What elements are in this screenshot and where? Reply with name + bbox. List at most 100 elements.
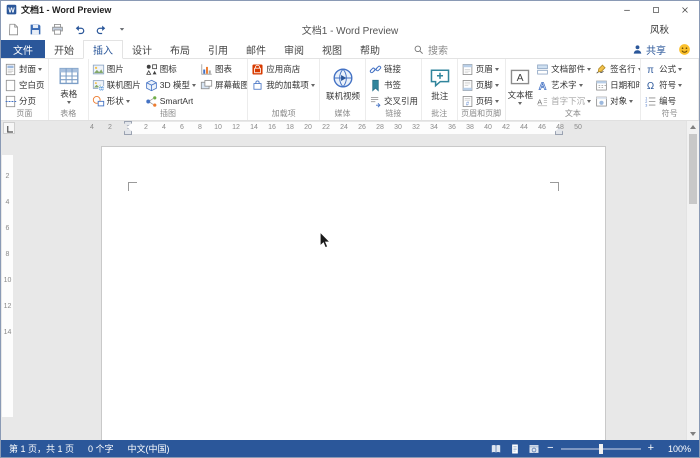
- print-layout-button[interactable]: [509, 443, 521, 455]
- scroll-up-button[interactable]: [687, 121, 699, 133]
- link-button[interactable]: 链接: [368, 61, 419, 77]
- close-button[interactable]: [670, 1, 699, 18]
- my-addins-button[interactable]: 我的加载项: [250, 77, 316, 93]
- new-document-button[interactable]: [7, 23, 20, 36]
- horizontal-ruler[interactable]: 4 2 2 4 6 8 10 12 14 16 18 20 22 24 26 28 30 32 34 36 38 40…: [1, 121, 699, 135]
- vertical-scrollbar[interactable]: [686, 121, 699, 440]
- icons-button[interactable]: 图标: [144, 61, 197, 77]
- ruler-number: 28: [376, 124, 384, 131]
- ruler-number: 38: [466, 124, 474, 131]
- wordart-icon: A: [536, 79, 549, 92]
- smartart-button[interactable]: SmartArt: [144, 93, 197, 109]
- window-title: 文档1 - Word Preview: [21, 5, 112, 15]
- redo-button[interactable]: [95, 23, 108, 36]
- dropdown-arrow-icon: [629, 99, 634, 103]
- tab-layout[interactable]: 布局: [161, 40, 199, 58]
- date-time-button[interactable]: 日期和时间: [594, 77, 640, 93]
- blank-page-button[interactable]: 空白页: [3, 77, 46, 93]
- dropdown-arrow-icon: [587, 99, 592, 103]
- tab-insert[interactable]: 插入: [83, 40, 123, 59]
- tab-home[interactable]: 开始: [45, 40, 83, 58]
- zoom-slider[interactable]: [560, 443, 641, 454]
- tab-selector[interactable]: [3, 122, 15, 134]
- 3d-models-button[interactable]: 3D 模型: [144, 77, 197, 93]
- header-button[interactable]: 页眉: [460, 61, 500, 77]
- tab-mailings[interactable]: 邮件: [237, 40, 275, 58]
- svg-text:#: #: [466, 101, 469, 107]
- document-area: 2 4 6 8 10 12 14: [1, 135, 699, 440]
- dropdown-arrow-icon: [518, 101, 523, 105]
- vertical-ruler[interactable]: 2 4 6 8 10 12 14: [1, 135, 14, 440]
- object-button[interactable]: 对象: [594, 93, 640, 109]
- web-layout-button[interactable]: [528, 443, 540, 455]
- store-icon: [251, 63, 264, 76]
- screenshot-button[interactable]: 屏幕截图: [199, 77, 247, 93]
- chart-button[interactable]: 图表: [199, 61, 247, 77]
- svg-text:A: A: [539, 80, 547, 91]
- quick-parts-button[interactable]: 文档部件: [535, 61, 592, 77]
- dropdown-arrow-icon: [310, 83, 315, 87]
- dropdown-arrow-icon: [678, 83, 683, 87]
- text-box-button[interactable]: A 文本框: [508, 66, 533, 105]
- footer-button[interactable]: 页脚: [460, 77, 500, 93]
- symbol-button[interactable]: Ω 符号: [643, 77, 683, 93]
- zoom-percentage[interactable]: 100%: [661, 444, 691, 454]
- group-label-header-footer: 页眉和页脚: [461, 109, 502, 118]
- page-break-button[interactable]: 分页: [3, 93, 46, 109]
- tab-references[interactable]: 引用: [199, 40, 237, 58]
- smartart-icon: [145, 95, 158, 108]
- scroll-down-button[interactable]: [687, 428, 699, 440]
- equation-button[interactable]: π 公式: [643, 61, 683, 77]
- zoom-out-button[interactable]: −: [547, 443, 553, 454]
- maximize-button[interactable]: [641, 1, 670, 18]
- wordart-button[interactable]: A 艺术字: [535, 77, 592, 93]
- comment-button[interactable]: 批注: [429, 67, 451, 102]
- document-page[interactable]: [101, 146, 606, 440]
- save-button[interactable]: [29, 23, 42, 36]
- print-button[interactable]: [51, 23, 64, 36]
- zoom-slider-thumb[interactable]: [598, 443, 603, 454]
- tab-view[interactable]: 视图: [313, 40, 351, 58]
- page-indicator[interactable]: 第 1 页，共 1 页: [9, 442, 74, 455]
- scrollbar-thumb[interactable]: [689, 134, 697, 204]
- zoom-in-button[interactable]: +: [648, 443, 654, 454]
- ruler-number: 10: [3, 276, 12, 284]
- signature-line-button[interactable]: 签名行: [594, 61, 641, 77]
- online-video-button[interactable]: 联机视频: [326, 67, 360, 102]
- ribbon-tab-bar: 文件 开始 插入 设计 布局 引用 邮件 审阅 视图 帮助 搜索 共享: [1, 40, 699, 59]
- ruler-number: 46: [538, 124, 546, 131]
- undo-button[interactable]: [73, 23, 86, 36]
- tab-file[interactable]: 文件: [1, 40, 45, 58]
- store-button[interactable]: 应用商店: [250, 61, 316, 77]
- page-number-button[interactable]: # 页码: [460, 93, 500, 109]
- read-mode-button[interactable]: [490, 443, 502, 455]
- cover-page-button[interactable]: 封面: [3, 61, 46, 77]
- cross-reference-button[interactable]: 交叉引用: [368, 93, 419, 109]
- ruler-number: 50: [574, 124, 582, 131]
- ruler-number: 4: [90, 124, 94, 131]
- header-icon: [461, 63, 474, 76]
- ribbon-group-illustrations: 图片 联机图片 形状 图标 3D 模型 SmartArt 图表 屏幕截图 插图: [89, 59, 249, 120]
- online-pictures-button[interactable]: 联机图片: [91, 77, 142, 93]
- tab-review[interactable]: 审阅: [275, 40, 313, 58]
- table-button[interactable]: 表格: [58, 65, 80, 104]
- number-button[interactable]: 1 2 3 编号: [643, 93, 683, 109]
- pictures-button[interactable]: 图片: [91, 61, 142, 77]
- share-button[interactable]: 共享: [632, 42, 666, 57]
- language-indicator[interactable]: 中文(中国): [128, 442, 170, 455]
- drop-cap-button[interactable]: A 首字下沉: [535, 93, 592, 109]
- ribbon-group-pages: 封面 空白页 分页 页面: [1, 59, 49, 120]
- dropdown-arrow-icon: [66, 101, 71, 104]
- tab-help[interactable]: 帮助: [351, 40, 389, 58]
- bookmark-button[interactable]: 书签: [368, 77, 419, 93]
- customize-qat-button[interactable]: [117, 24, 127, 34]
- ruler-number: 12: [232, 124, 240, 131]
- ruler-text-area[interactable]: 2 4 6 8 10 12 14 16 18 20 22 24 26 28 30 32 34 36 38 40 42 44…: [128, 122, 560, 134]
- minimize-button[interactable]: [612, 1, 641, 18]
- tab-design[interactable]: 设计: [123, 40, 161, 58]
- feedback-smiley-icon[interactable]: [678, 43, 691, 56]
- user-name[interactable]: 风秋: [650, 22, 669, 36]
- shapes-button[interactable]: 形状: [91, 93, 142, 109]
- word-count[interactable]: 0 个字: [88, 442, 114, 455]
- search-box[interactable]: 搜索: [413, 40, 448, 58]
